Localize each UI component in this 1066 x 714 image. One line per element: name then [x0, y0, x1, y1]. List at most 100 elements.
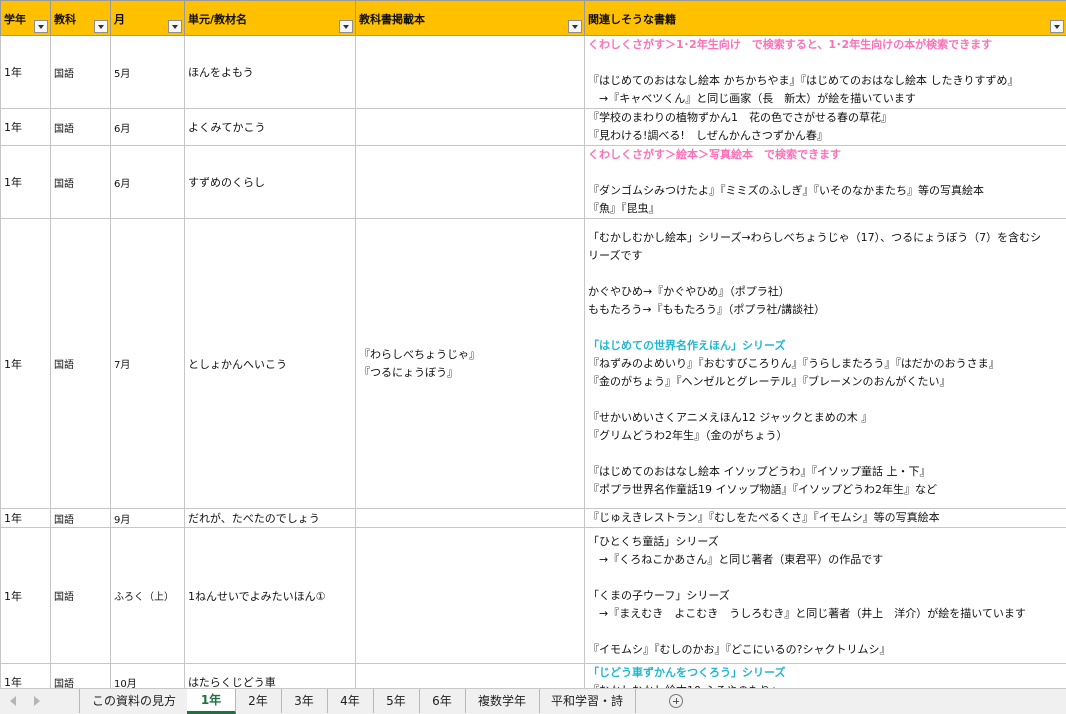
add-sheet-icon[interactable] — [669, 694, 683, 708]
cell-textbook[interactable]: 『わらしべちょうじゃ』 『つるにょうぼう』 — [355, 218, 585, 509]
scroll-left-icon[interactable] — [10, 696, 16, 706]
sheet-tab-7[interactable]: 複数学年 — [465, 689, 540, 713]
cell-related-books[interactable]: 『学校のまわりの植物ずかん1 花の色でさがせる春の草花』 『見わける!調べる! し… — [584, 108, 1066, 146]
filter-dropdown-icon[interactable] — [34, 20, 48, 33]
sheet-tab-5[interactable]: 5年 — [373, 689, 420, 713]
cell-unit[interactable]: だれが、たべたのでしょう — [184, 508, 356, 528]
table-row: 1年 国語 5月 ほんをよもう くわしくさがす＞1･2年生向け で検索すると、1･2年生… — [0, 35, 1066, 109]
cell-textbook[interactable] — [355, 35, 585, 109]
cell-month[interactable]: ふろく（上） — [110, 527, 185, 664]
related-book-line: 『ねずみのよめいり』『おむすびころりん』『うらしまたろう』『はだかのおうさま』 — [588, 356, 1000, 370]
sheet-tab-6[interactable]: 6年 — [419, 689, 466, 713]
related-book-line: 『グリムどうわ2年生』（金のがちょう） — [588, 428, 788, 442]
cell-month[interactable]: 5月 — [110, 35, 185, 109]
cell-grade[interactable]: 1年 — [0, 508, 51, 528]
related-book-line: ももたろう→『ももたろう』（ポプラ社/講談社） — [588, 302, 826, 316]
cell-related-books[interactable]: 「じどう車ずかんをつくろう」シリーズ『むかしむかし絵本10 ふるやのもり』 — [584, 663, 1066, 688]
related-book-line: 『イモムシ』『むしのかお』『どこにいるの?シャクトリムシ』 — [588, 642, 891, 656]
cell-subject[interactable]: 国語 — [50, 35, 111, 109]
cell-textbook[interactable] — [355, 108, 585, 146]
cell-month[interactable]: 6月 — [110, 145, 185, 219]
table-row: 1年 国語 7月 としょかんへいこう 『わらしべちょうじゃ』 『つるにょうぼう』 「むかしむ… — [0, 218, 1066, 509]
sheet-tab-1[interactable]: 1年 — [187, 689, 236, 714]
cell-textbook[interactable] — [355, 663, 585, 688]
cell-related-books[interactable]: くわしくさがす＞1･2年生向け で検索すると、1･2年生向けの本が検索できます『… — [584, 35, 1066, 109]
filter-dropdown-icon[interactable] — [1050, 20, 1064, 33]
cell-grade[interactable]: 1年 — [0, 527, 51, 664]
cell-grade[interactable]: 1年 — [0, 108, 51, 146]
cell-textbook[interactable] — [355, 145, 585, 219]
header-label: 月 — [114, 13, 125, 26]
related-book-line: かぐやひめ→『かぐやひめ』（ポプラ社） — [588, 284, 790, 298]
filter-dropdown-icon[interactable] — [339, 20, 353, 33]
related-book-line — [588, 391, 1064, 409]
filter-dropdown-icon[interactable] — [568, 20, 582, 33]
cell-subject[interactable]: 国語 — [50, 508, 111, 528]
sheet-tab-3[interactable]: 3年 — [281, 689, 328, 713]
cell-month[interactable]: 10月 — [110, 663, 185, 688]
sheet-tab-0[interactable]: この資料の見方 — [79, 689, 189, 713]
table-row: 1年 国語 6月 すずめのくらし くわしくさがす＞絵本＞写真絵本 で検索できます『ダンゴ… — [0, 145, 1066, 219]
search-hint: くわしくさがす＞絵本＞写真絵本 で検索できます — [588, 148, 841, 161]
related-book-line: 『ダンゴムシみつけたよ』『ミミズのふしぎ』『いそのなかまたち』等の写真絵本 — [588, 184, 984, 197]
cell-unit[interactable]: ほんをよもう — [184, 35, 356, 109]
related-book-line — [588, 623, 1064, 641]
cell-unit[interactable]: よくみてかこう — [184, 108, 356, 146]
related-book-line: 「ひとくち童話」シリーズ — [588, 534, 719, 548]
related-book-line: 『魚』『昆虫』 — [588, 202, 660, 215]
header-grade: 学年 — [0, 0, 51, 36]
cell-subject[interactable]: 国語 — [50, 108, 111, 146]
filter-dropdown-icon[interactable] — [94, 20, 108, 33]
table-row: 1年 国語 6月 よくみてかこう 『学校のまわりの植物ずかん1 花の色でさがせる春の草花… — [0, 108, 1066, 146]
header-label: 関連しそうな書籍 — [588, 13, 676, 26]
cell-unit[interactable]: 1ねんせいでよみたいほん① — [184, 527, 356, 664]
header-month: 月 — [110, 0, 185, 36]
related-book-line — [588, 319, 1064, 337]
cell-related-books[interactable]: 『じゅえきレストラン』『むしをたべるくさ』『イモムシ』等の写真絵本 — [584, 508, 1066, 528]
cell-subject[interactable]: 国語 — [50, 145, 111, 219]
cell-grade[interactable]: 1年 — [0, 218, 51, 509]
cell-month[interactable]: 9月 — [110, 508, 185, 528]
related-book-line — [588, 265, 1064, 283]
cell-month[interactable]: 7月 — [110, 218, 185, 509]
related-book-line: 「むかしむかし絵本」シリーズ→わらしべちょうじゃ（17）、つるにょうぼう（7）を… — [588, 230, 1042, 244]
scroll-right-icon[interactable] — [34, 696, 40, 706]
search-hint: 「はじめての世界名作えほん」シリーズ — [588, 338, 786, 352]
cell-unit[interactable]: すずめのくらし — [184, 145, 356, 219]
cell-textbook[interactable] — [355, 527, 585, 664]
related-book-line: 『せかいめいさくアニメえほん12 ジャックとまめの木 』 — [588, 410, 873, 424]
related-book-line: 『じゅえきレストラン』『むしをたべるくさ』『イモムシ』等の写真絵本 — [588, 511, 940, 524]
related-book-line: 『はじめてのおはなし絵本 イソップどうわ』『イソップ童話 上・下』 — [588, 464, 931, 478]
cell-unit[interactable]: としょかんへいこう — [184, 218, 356, 509]
header-label: 教科 — [54, 13, 76, 26]
header-related: 関連しそうな書籍 — [584, 0, 1066, 36]
related-book-line: 『学校のまわりの植物ずかん1 花の色でさがせる春の草花』 — [588, 111, 892, 124]
cell-related-books[interactable]: 「ひとくち童話」シリーズ →『くろねこかあさん』と同じ著者（東君平）の作品です「… — [584, 527, 1066, 664]
cell-textbook[interactable] — [355, 508, 585, 528]
sheet-tab-2[interactable]: 2年 — [235, 689, 282, 713]
cell-grade[interactable]: 1年 — [0, 145, 51, 219]
cell-subject[interactable]: 国語 — [50, 663, 111, 688]
related-book-line — [588, 569, 1064, 587]
filter-dropdown-icon[interactable] — [168, 20, 182, 33]
cell-grade[interactable]: 1年 — [0, 663, 51, 688]
cell-grade[interactable]: 1年 — [0, 35, 51, 109]
cell-subject[interactable]: 国語 — [50, 218, 111, 509]
sheet-tab-4[interactable]: 4年 — [327, 689, 374, 713]
spreadsheet-grid[interactable]: 学年 教科月単元/教材名 教科書掲載本 関連しそうな書籍 1年 国語 5月 ほんをよもう くわ… — [0, 0, 1066, 688]
cell-unit[interactable]: はたらくじどう車 — [184, 663, 356, 688]
table-row: 1年 国語 ふろく（上） 1ねんせいでよみたいほん① 「ひとくち童話」シリーズ →『くろ… — [0, 527, 1066, 664]
textbook-title: 『つるにょうぼう』 — [359, 365, 458, 379]
cell-subject[interactable]: 国語 — [50, 527, 111, 664]
cell-month[interactable]: 6月 — [110, 108, 185, 146]
related-book-line: リーズです — [588, 248, 643, 262]
cell-related-books[interactable]: くわしくさがす＞絵本＞写真絵本 で検索できます『ダンゴムシみつけたよ』『ミミズの… — [584, 145, 1066, 219]
cell-related-books[interactable]: 「むかしむかし絵本」シリーズ→わらしべちょうじゃ（17）、つるにょうぼう（7）を… — [584, 218, 1066, 509]
header-label: 学年 — [4, 13, 26, 26]
related-book-line — [588, 164, 1064, 182]
header-subject: 教科 — [50, 0, 111, 36]
sheet-tab-8[interactable]: 平和学習・詩 — [539, 689, 636, 713]
search-hint: くわしくさがす＞1･2年生向け で検索すると、1･2年生向けの本が検索できます — [588, 38, 993, 51]
textbook-title: 『わらしべちょうじゃ』 — [359, 347, 480, 361]
related-book-line — [588, 445, 1064, 463]
